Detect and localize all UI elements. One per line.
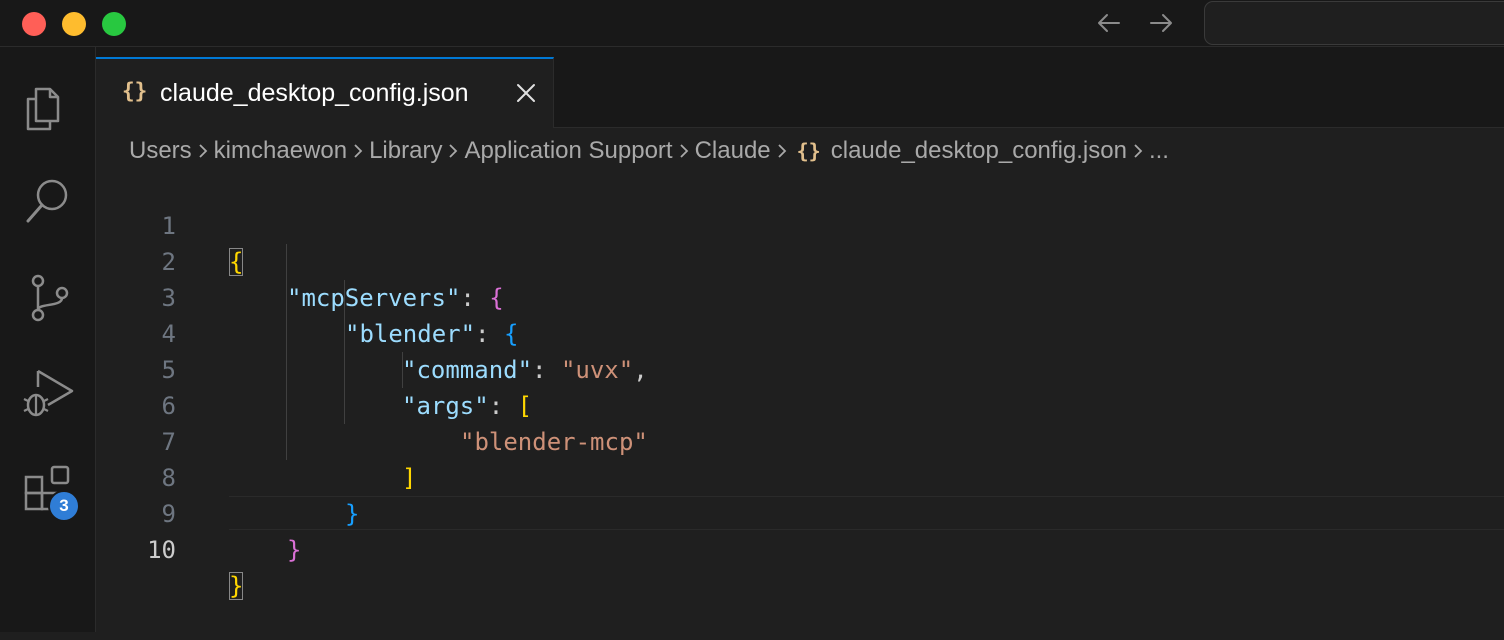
- json-file-icon: {}: [796, 139, 821, 163]
- chevron-right-icon: [1127, 139, 1149, 163]
- bracket: }: [229, 572, 244, 600]
- code-line-active: 10 }: [96, 496, 1504, 600]
- arrow-left-icon[interactable]: [1094, 8, 1124, 38]
- breadcrumb-more[interactable]: ...: [1149, 137, 1169, 165]
- files-icon[interactable]: [20, 77, 76, 133]
- breadcrumb-item-users[interactable]: Users: [129, 137, 192, 165]
- breadcrumb-item-claude[interactable]: Claude: [695, 137, 771, 165]
- search-icon[interactable]: [20, 173, 76, 229]
- code-line: 9 }: [96, 460, 1504, 564]
- activity-bar: 3: [0, 47, 96, 632]
- chevron-right-icon: [771, 139, 793, 163]
- code-line: 3 "blender": {: [96, 244, 1504, 348]
- code-line: 8 }: [96, 424, 1504, 528]
- code-line: 1 {: [96, 172, 1504, 276]
- breadcrumb-item-application-support[interactable]: Application Support: [464, 137, 672, 165]
- json-file-icon: {}: [122, 79, 148, 103]
- arrow-right-icon[interactable]: [1146, 8, 1176, 38]
- code-line: 2 "mcpServers": {: [96, 208, 1504, 312]
- code-line: 5 "args": [: [96, 316, 1504, 420]
- close-icon[interactable]: [514, 81, 538, 105]
- chevron-right-icon: [347, 139, 369, 163]
- tab-claude-desktop-config[interactable]: {} claude_desktop_config.json: [96, 57, 554, 128]
- run-debug-icon[interactable]: [20, 365, 76, 421]
- tab-bar: {} claude_desktop_config.json: [96, 47, 1504, 128]
- close-window-button[interactable]: [22, 12, 46, 36]
- tab-label: claude_desktop_config.json: [160, 79, 469, 107]
- breadcrumb-item-library[interactable]: Library: [369, 137, 442, 165]
- breadcrumb-item-file[interactable]: claude_desktop_config.json: [831, 137, 1127, 165]
- breadcrumb: Users kimchaewon Library Application Sup…: [129, 134, 1169, 168]
- minimize-window-button[interactable]: [62, 12, 86, 36]
- title-bar: [0, 0, 1504, 47]
- command-center-search[interactable]: [1204, 1, 1504, 45]
- code-line: 6 "blender-mcp": [96, 352, 1504, 456]
- chevron-right-icon: [192, 139, 214, 163]
- line-number: 10: [147, 536, 176, 564]
- breadcrumb-item-user[interactable]: kimchaewon: [214, 137, 347, 165]
- extensions-badge: 3: [48, 490, 80, 522]
- code-line: 4 "command": "uvx",: [96, 280, 1504, 384]
- code-line: 7 ]: [96, 388, 1504, 492]
- source-control-icon[interactable]: [20, 269, 76, 325]
- chevron-right-icon: [673, 139, 695, 163]
- bracket: }: [287, 536, 302, 564]
- code-editor[interactable]: 1 { 2 "mcpServers": { 3 "blender": { 4 "…: [96, 172, 1504, 632]
- chevron-right-icon: [442, 139, 464, 163]
- maximize-window-button[interactable]: [102, 12, 126, 36]
